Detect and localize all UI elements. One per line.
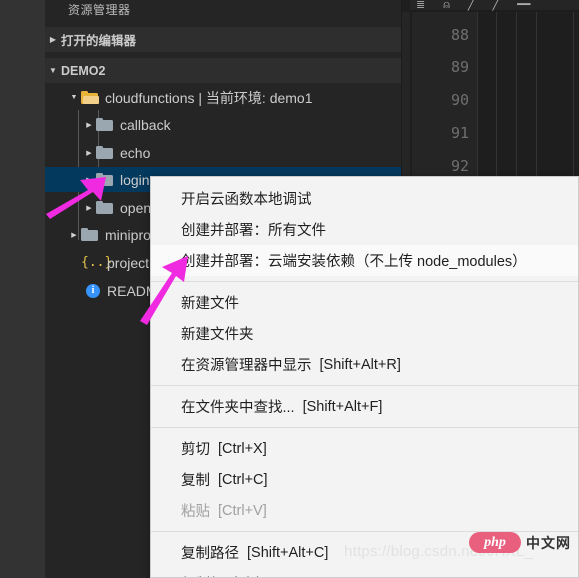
menu-item-label: 开启云函数本地调试 <box>181 192 312 208</box>
page-title: 资源管理器 <box>68 3 131 17</box>
php-logo-icon: php <box>469 532 521 553</box>
more-icon[interactable]: ━━ <box>517 0 530 11</box>
tree-item-label: cloudfunctions | 当前环境: demo1 <box>105 89 313 106</box>
menu-item-shortcut: [Shift+Alt+R] <box>319 356 401 373</box>
info-icon: i <box>81 283 105 298</box>
activity-bar[interactable] <box>0 0 45 578</box>
menu-item-paste: 粘贴 [Ctrl+V] <box>151 495 578 526</box>
editor-toolbar: ≣ ⍝ ╱ ╱ ━━ <box>410 0 579 11</box>
tree-item-label: echo <box>120 144 151 161</box>
line-number: 88 <box>450 26 469 44</box>
line-number: 89 <box>450 58 469 76</box>
context-menu[interactable]: 开启云函数本地调试 创建并部署：所有文件 创建并部署：云端安装依赖（不上传 no… <box>150 176 579 578</box>
tree-item-label: login <box>120 171 150 188</box>
watermark-logo-suffix: 中文网 <box>526 534 571 551</box>
menu-item-shortcut: [Ctrl+X] <box>218 440 267 457</box>
menu-separator <box>151 281 578 282</box>
tree-spacer: · <box>67 287 81 294</box>
chevron-right-icon[interactable]: ▶ <box>82 176 96 184</box>
sidebar-section-demo2[interactable]: ▼ DEMO2 <box>45 58 401 83</box>
tree-item-label: callback <box>120 116 171 133</box>
line-number: 90 <box>450 91 469 109</box>
menu-item-deploy-cloud-install[interactable]: 创建并部署：云端安装依赖（不上传 node_modules） <box>151 245 578 276</box>
line-number: 92 <box>450 157 469 175</box>
chevron-right-icon[interactable]: ▶ <box>82 121 96 129</box>
folder-open-icon <box>81 90 99 104</box>
menu-item-label: 新建文件夹 <box>181 327 254 343</box>
menu-item-shortcut: [Ctrl+V] <box>218 502 267 519</box>
chevron-right-icon[interactable]: ▶ <box>82 204 96 212</box>
chevron-right-icon[interactable]: ▶ <box>67 231 81 239</box>
menu-item-label: 在文件夹中查找... <box>181 400 295 416</box>
folder-icon <box>96 172 114 186</box>
menu-separator <box>151 427 578 428</box>
menu-item-new-folder[interactable]: 新建文件夹 <box>151 318 578 349</box>
menu-item-label: 创建并部署：所有文件 <box>181 223 326 239</box>
tree-spacer: · <box>67 259 81 266</box>
menu-separator <box>151 385 578 386</box>
bookmark-icon[interactable]: ⍝ <box>443 0 450 11</box>
menu-item-find-in-folder[interactable]: 在文件夹中查找... [Shift+Alt+F] <box>151 391 578 422</box>
menu-item-deploy-all-files[interactable]: 创建并部署：所有文件 <box>151 214 578 245</box>
menu-item-cut[interactable]: 剪切 [Ctrl+X] <box>151 433 578 464</box>
tree-item-callback[interactable]: ▶ callback <box>45 112 401 137</box>
folder-icon <box>96 117 114 131</box>
menu-item-label: 在资源管理器中显示 <box>181 358 312 374</box>
chevron-left-icon[interactable]: ╱ <box>468 0 475 11</box>
menu-item-label: 复制 <box>181 473 210 489</box>
menu-item-shortcut: [Ctrl+C] <box>218 471 268 488</box>
chevron-right-icon[interactable]: ▶ <box>82 149 96 157</box>
chevron-right-icon: ▶ <box>49 35 57 44</box>
menu-item-copy-relative-path[interactable]: 复制相对路径 <box>151 568 578 577</box>
menu-item-new-file[interactable]: 新建文件 <box>151 287 578 318</box>
chevron-down-icon[interactable]: ▼ <box>67 94 81 101</box>
list-icon[interactable]: ≣ <box>416 0 425 11</box>
menu-item-label: 粘贴 <box>181 504 210 520</box>
menu-item-copy[interactable]: 复制 [Ctrl+C] <box>151 464 578 495</box>
json-file-icon: {..} <box>81 255 113 270</box>
menu-item-label: 创建并部署：云端安装依赖（不上传 node_modules） <box>181 254 527 270</box>
folder-icon <box>81 227 99 241</box>
sidebar-section-label: DEMO2 <box>61 63 106 78</box>
menu-item-label: 新建文件 <box>181 296 239 312</box>
tree-item-cloudfunctions[interactable]: ▼ cloudfunctions | 当前环境: demo1 <box>45 85 401 110</box>
chevron-down-icon: ▼ <box>49 66 57 75</box>
sidebar-section-label: 打开的编辑器 <box>61 34 137 48</box>
folder-icon <box>96 145 114 159</box>
menu-item-label: 剪切 <box>181 442 210 458</box>
watermark-logo: php 中文网 <box>469 532 571 553</box>
menu-item-reveal-in-explorer[interactable]: 在资源管理器中显示 [Shift+Alt+R] <box>151 349 578 380</box>
tree-item-echo[interactable]: ▶ echo <box>45 140 401 165</box>
folder-icon <box>96 200 114 214</box>
menu-item-local-debug[interactable]: 开启云函数本地调试 <box>151 183 578 214</box>
menu-item-shortcut: [Shift+Alt+F] <box>302 398 383 415</box>
sidebar-section-open-editors[interactable]: ▶ 打开的编辑器 <box>45 27 401 52</box>
line-number: 91 <box>450 124 469 142</box>
menu-item-label: 复制相对路径 <box>181 573 268 577</box>
chevron-right-icon[interactable]: ╱ <box>492 0 499 11</box>
